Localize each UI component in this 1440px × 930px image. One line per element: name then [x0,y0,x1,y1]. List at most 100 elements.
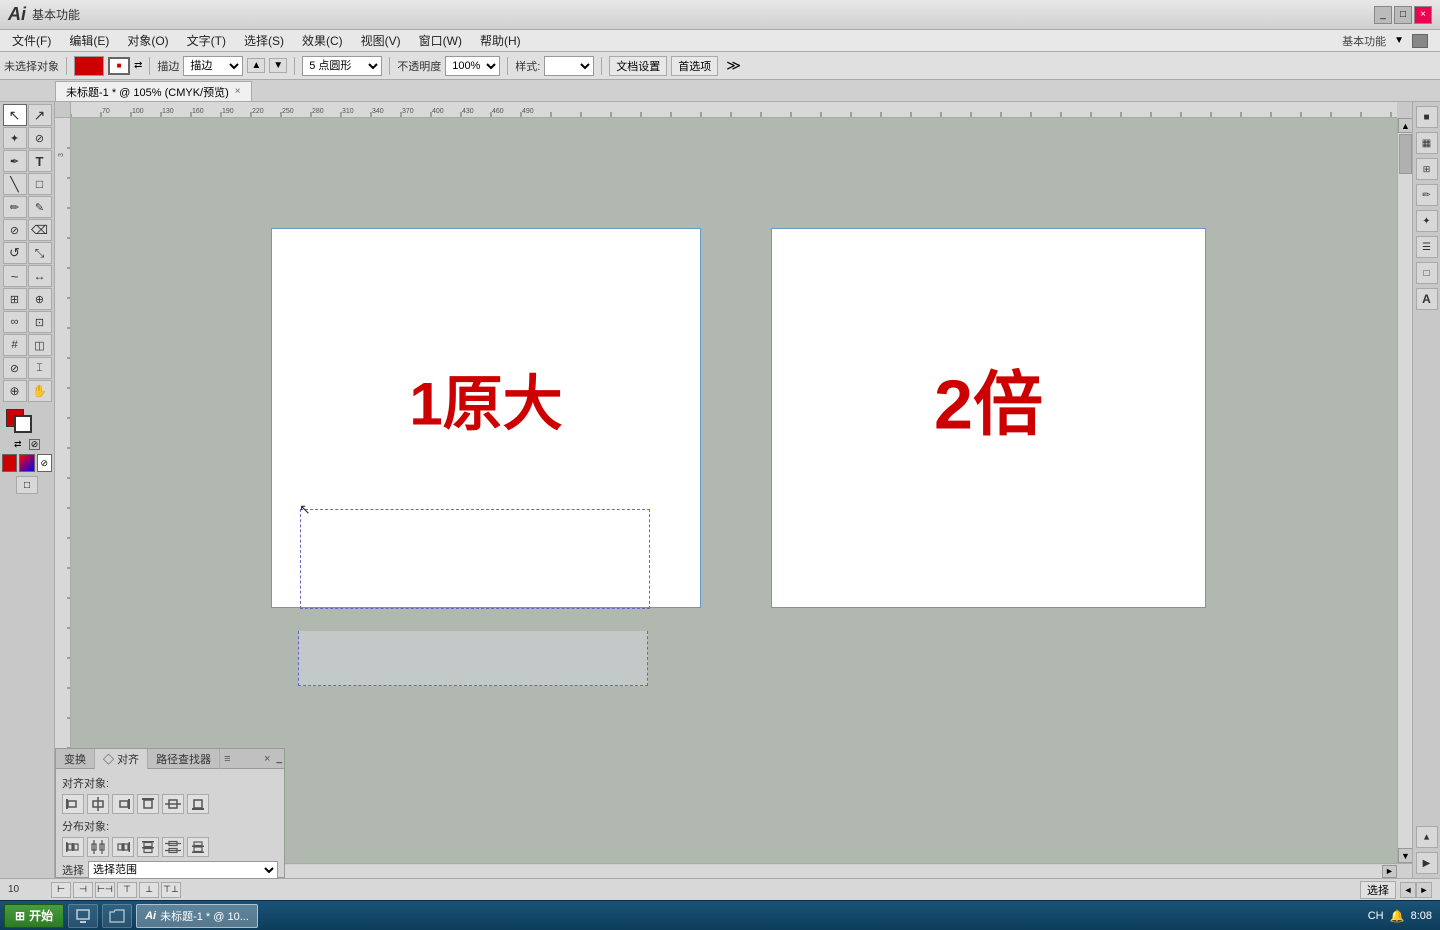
align-top-button[interactable] [137,794,159,814]
rect-tool[interactable]: □ [28,173,52,195]
scroll-up-button[interactable]: ▲ [1398,118,1413,133]
swap-colors-icon[interactable]: ⇄ [14,439,25,450]
nav-prev-button[interactable]: ◄ [1400,882,1416,898]
screen-mode-button[interactable]: □ [16,476,38,494]
panel-minimize-button[interactable]: _ [274,753,284,764]
fill-color[interactable] [74,56,104,76]
align-bottom-button[interactable] [187,794,209,814]
opacity-select[interactable]: 100% [445,56,500,76]
options-button[interactable] [1412,34,1428,48]
brushes-panel-button[interactable]: ✏ [1416,184,1438,206]
none-icon[interactable]: ⊘ [29,439,40,450]
menu-help[interactable]: 帮助(H) [472,30,529,51]
go-panel-button[interactable]: ▶ [1416,852,1438,874]
free-transform-tool[interactable]: ⊞ [3,288,27,310]
swap-icon[interactable]: ⇄ [134,60,142,71]
mesh-tool[interactable]: # [3,334,27,356]
dist-center-h-button[interactable] [87,837,109,857]
more-options-icon[interactable]: ≫ [726,57,741,74]
scale-tool[interactable]: ⤡ [28,242,52,264]
align-center-h-button[interactable] [87,794,109,814]
align-right-button[interactable] [112,794,134,814]
active-tab[interactable]: 未标题-1 * @ 105% (CMYK/预览) × [55,81,252,101]
tab-close-button[interactable]: × [235,86,241,97]
rotate-tool[interactable]: ↺ [3,242,27,264]
dist-right-button[interactable] [112,837,134,857]
align-center-v-button[interactable] [162,794,184,814]
menu-effect[interactable]: 效果(C) [294,30,351,51]
expand-panel-button[interactable]: ◄ [1416,826,1438,848]
stroke-color[interactable]: ■ [108,57,130,75]
menu-select[interactable]: 选择(S) [236,30,292,51]
none-mode-button[interactable]: ⊘ [37,454,52,472]
color-panel-button[interactable]: ■ [1416,106,1438,128]
start-button[interactable]: ⊞ 开始 [4,904,64,928]
gradient-mode-button[interactable] [19,454,34,472]
measure-tool[interactable]: ⌶ [28,357,52,379]
transform-tab[interactable]: 变换 [56,749,95,769]
dist-bottom-button[interactable] [187,837,209,857]
type-tool[interactable]: T [28,150,52,172]
align-tab[interactable]: ◇ 对齐 [95,749,148,769]
point-shape-select[interactable]: 5 点圆形 [302,56,382,76]
dist-center-v-button[interactable] [162,837,184,857]
magic-wand-tool[interactable]: ✦ [3,127,27,149]
style-select[interactable] [544,56,594,76]
menu-file[interactable]: 文件(F) [4,30,59,51]
shape-builder-tool[interactable]: ⊕ [28,288,52,310]
eyedropper-tool[interactable]: ⊘ [3,357,27,379]
zoom-tool[interactable]: ⊕ [3,380,27,402]
panel-menu-icon[interactable]: ≡ [220,753,234,765]
warp-tool[interactable]: ~ [3,265,27,287]
symbols-panel-button[interactable]: ✦ [1416,210,1438,232]
menu-view[interactable]: 视图(V) [353,30,409,51]
type-panel-button[interactable]: A [1416,288,1438,310]
taskbar-ai-item[interactable]: Ai 未标题-1 * @ 10... [136,904,258,928]
gradient-panel-button[interactable]: ▦ [1416,132,1438,154]
preferences-button[interactable]: 首选项 [671,56,718,76]
scroll-thumb[interactable] [1399,134,1412,174]
color-mode-button[interactable] [2,454,17,472]
menu-type[interactable]: 文字(T) [179,30,234,51]
artboards-panel-button[interactable]: □ [1416,262,1438,284]
panel-close-button[interactable]: × [260,753,274,765]
blend-tool[interactable]: ∞ [3,311,27,333]
doc-settings-button[interactable]: 文档设置 [609,56,667,76]
select-tool[interactable]: ↖ [3,104,27,126]
scroll-right-button[interactable]: ► [1382,865,1397,878]
blob-brush-tool[interactable]: ⊘ [3,219,27,241]
stroke-down-icon[interactable]: ▼ [269,58,287,73]
layers-panel-button[interactable]: ☰ [1416,236,1438,258]
line-tool[interactable]: ╲ [3,173,27,195]
align-to-select[interactable]: 选择范围 [88,861,278,879]
scroll-track[interactable] [1398,133,1412,848]
stroke-up-icon[interactable]: ▲ [247,58,265,73]
hand-tool[interactable]: ✋ [28,380,52,402]
show-desktop-button[interactable] [68,904,98,928]
stroke-swatch[interactable] [14,415,32,433]
select-status-button[interactable]: 选择 [1360,881,1396,899]
direct-select-tool[interactable]: ↗ [28,104,52,126]
minimize-button[interactable]: _ [1374,6,1392,24]
dist-top-button[interactable] [137,837,159,857]
paintbrush-tool[interactable]: ✏ [3,196,27,218]
perspective-tool[interactable]: ⊡ [28,311,52,333]
scrollbar-right[interactable]: ▲ ▼ [1397,118,1412,863]
workspace-arrow-icon[interactable]: ▼ [1394,35,1404,46]
gradient-tool[interactable]: ◫ [28,334,52,356]
folder-button[interactable] [102,904,132,928]
pen-tool[interactable]: ✒ [3,150,27,172]
appearance-panel-button[interactable]: ⊞ [1416,158,1438,180]
menu-edit[interactable]: 编辑(E) [61,30,117,51]
scroll-down-button[interactable]: ▼ [1398,848,1413,863]
nav-next-button[interactable]: ► [1416,882,1432,898]
maximize-button[interactable]: □ [1394,6,1412,24]
align-left-button[interactable] [62,794,84,814]
pathfinder-tab[interactable]: 路径查找器 [148,749,220,769]
eraser-tool[interactable]: ⌫ [28,219,52,241]
stroke-select[interactable]: 描边 [183,56,243,76]
width-tool[interactable]: ↔ [28,265,52,287]
pencil-tool[interactable]: ✎ [28,196,52,218]
menu-object[interactable]: 对象(O) [119,30,176,51]
dist-left-button[interactable] [62,837,84,857]
